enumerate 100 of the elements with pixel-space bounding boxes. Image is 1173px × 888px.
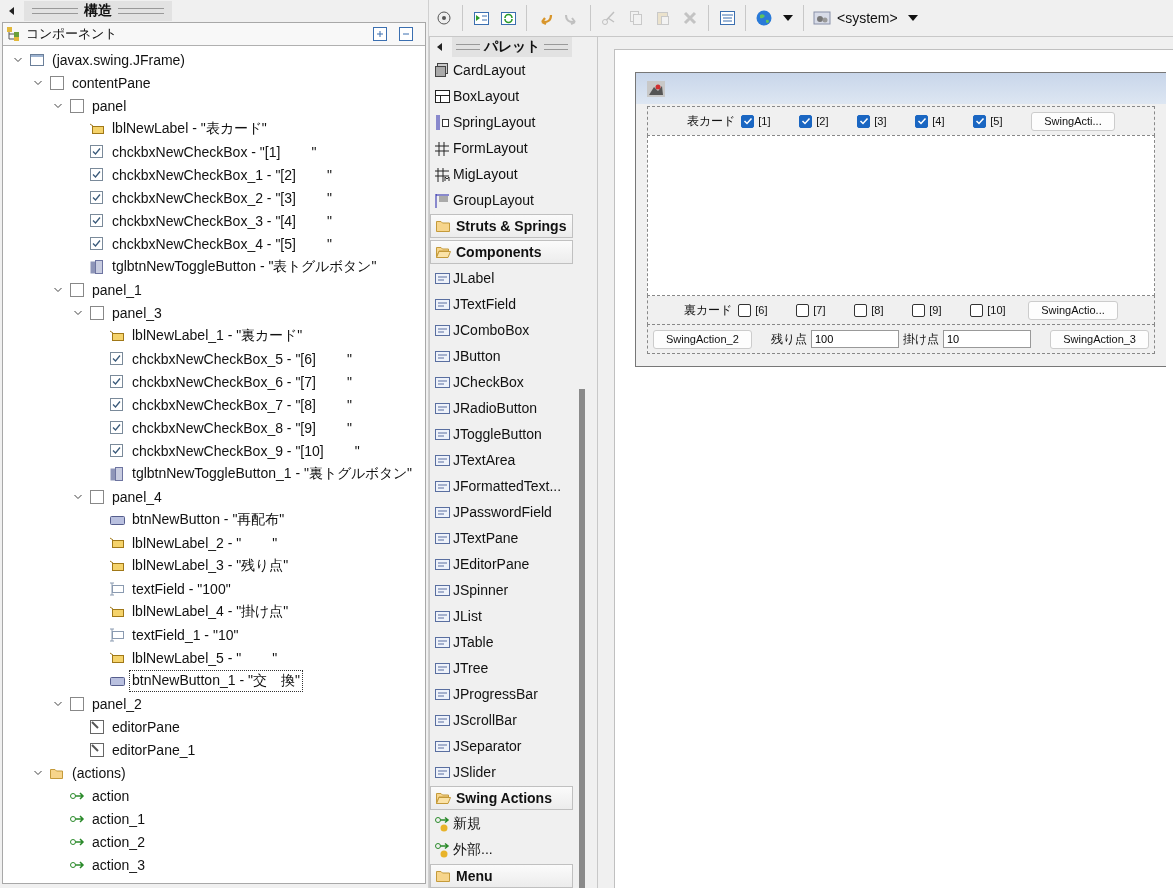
palette-item[interactable]: JTextPane (430, 525, 573, 551)
dropdown-arrow-icon[interactable] (782, 14, 794, 22)
tree-item[interactable]: panel (89, 95, 130, 116)
palette-item[interactable]: JSlider (430, 759, 573, 785)
tree-item[interactable]: lblNewLabel_2 - " " (129, 532, 281, 553)
tree-item[interactable]: (javax.swing.JFrame) (49, 49, 189, 70)
tree-item[interactable]: btnNewButton - "再配布" (129, 508, 288, 531)
tree-item[interactable]: chckbxNewCheckBox_7 - "[8] " (129, 394, 356, 415)
checkbox[interactable]: [5] (973, 114, 1032, 128)
palette-item[interactable]: JFormattedText... (430, 473, 573, 499)
palette-item[interactable]: JButton (430, 343, 573, 369)
button[interactable]: SwingAction_2 (653, 329, 752, 349)
palette-item[interactable]: JPasswordField (430, 499, 573, 525)
palette-item[interactable]: 外部... (430, 837, 573, 863)
tree-item[interactable]: chckbxNewCheckBox_2 - "[3] " (109, 187, 336, 208)
tree-item[interactable]: lblNewLabel_3 - "残り点" (129, 554, 292, 577)
palette-item[interactable]: BoxLayout (430, 83, 573, 109)
tree-item[interactable]: chckbxNewCheckBox_8 - "[9] " (129, 417, 356, 438)
tree-item[interactable]: panel_4 (109, 486, 165, 507)
collapse-arrow-icon[interactable] (436, 42, 444, 52)
palette-category[interactable]: Menu (430, 864, 573, 888)
globe-icon[interactable] (755, 9, 773, 27)
palette-item[interactable]: 新規 (430, 811, 573, 837)
tree-item[interactable]: panel_2 (89, 693, 145, 714)
palette-item[interactable]: JList (430, 603, 573, 629)
palette-item[interactable]: JTextField (430, 291, 573, 317)
palette-item[interactable]: GroupLayout (430, 187, 573, 213)
palette-item[interactable]: SpringLayout (430, 109, 573, 135)
palette-item[interactable]: JComboBox (430, 317, 573, 343)
tree-item[interactable]: action_1 (89, 808, 148, 829)
tree-item[interactable]: lblNewLabel - "表カード" (109, 117, 270, 140)
palette-item[interactable]: JLabel (430, 265, 573, 291)
tree-item[interactable]: chckbxNewCheckBox_5 - "[6] " (129, 348, 356, 369)
button[interactable]: SwingActi... (1031, 111, 1115, 131)
palette-item[interactable]: JToggleButton (430, 421, 573, 447)
palette-item[interactable]: JEditorPane (430, 551, 573, 577)
tree-item[interactable]: action (89, 785, 133, 806)
tree-item[interactable]: editorPane_1 (109, 739, 199, 760)
tree-item[interactable]: tglbtnNewToggleButton - "表トグルボタン" (109, 255, 380, 278)
view-tab[interactable]: パレット (452, 37, 572, 57)
palette-item[interactable]: JSeparator (430, 733, 573, 759)
layout-icon (434, 165, 451, 183)
tree-item[interactable]: panel_3 (109, 302, 165, 323)
text-field[interactable]: 100 (811, 330, 899, 348)
tree-item[interactable]: textField - "100" (129, 578, 234, 599)
expand-all-icon[interactable] (373, 27, 387, 41)
dropdown-arrow-icon[interactable] (906, 14, 919, 22)
checkmark-icon (742, 116, 753, 126)
palette-category[interactable]: Swing Actions (430, 786, 573, 810)
tree-item[interactable]: lblNewLabel_4 - "掛け点" (129, 600, 292, 623)
palette-item[interactable]: FormLayout (430, 135, 573, 161)
palette-item[interactable]: JScrollBar (430, 707, 573, 733)
checkbox[interactable]: [2] (799, 114, 858, 128)
button[interactable]: SwingAction_3 (1050, 329, 1149, 349)
properties-icon[interactable] (718, 9, 736, 27)
checkbox[interactable]: [7] (796, 303, 855, 317)
refresh-form-icon[interactable] (499, 9, 517, 27)
checkbox[interactable]: [1] (741, 114, 800, 128)
tree-item[interactable]: lblNewLabel_1 - "裏カード" (129, 324, 306, 347)
checkbox[interactable]: [6] (738, 303, 797, 317)
palette-item[interactable]: MigLayout (430, 161, 573, 187)
tree-item[interactable]: chckbxNewCheckBox_4 - "[5] " (109, 233, 336, 254)
tree-item[interactable]: tglbtnNewToggleButton_1 - "裏トグルボタン" (129, 462, 415, 485)
tree-item[interactable]: btnNewButton_1 - "交 換" (129, 669, 303, 692)
tree-item[interactable]: (actions) (69, 762, 129, 783)
tree-item[interactable]: chckbxNewCheckBox_9 - "[10] " (129, 440, 363, 461)
collapse-all-icon[interactable] (399, 27, 413, 41)
palette-item[interactable]: CardLayout (430, 57, 573, 83)
tree-item[interactable]: editorPane (109, 716, 183, 737)
tree-item[interactable]: chckbxNewCheckBox_3 - "[4] " (109, 210, 336, 231)
checkbox[interactable]: [8] (854, 303, 913, 317)
scrollbar-thumb[interactable] (579, 389, 585, 888)
checkbox[interactable]: [10] (970, 303, 1029, 317)
tree-item[interactable]: action_3 (89, 854, 148, 875)
tree-item[interactable]: action_2 (89, 831, 148, 852)
palette-item[interactable]: JRadioButton (430, 395, 573, 421)
palette-item[interactable]: JCheckBox (430, 369, 573, 395)
collapse-arrow-icon[interactable] (8, 6, 16, 16)
checkbox[interactable]: [3] (857, 114, 916, 128)
look-and-feel-selector[interactable]: <system> (813, 10, 898, 26)
tree-item[interactable]: chckbxNewCheckBox_1 - "[2] " (109, 164, 336, 185)
checkbox[interactable]: [9] (912, 303, 971, 317)
tree-item[interactable]: lblNewLabel_5 - " " (129, 647, 281, 668)
checkbox[interactable]: [4] (915, 114, 974, 128)
button[interactable]: SwingActio... (1028, 300, 1118, 320)
palette-item[interactable]: JTextArea (430, 447, 573, 473)
tree-item[interactable]: textField_1 - "10" (129, 624, 242, 645)
text-field[interactable]: 10 (943, 330, 1031, 348)
palette-item[interactable]: JTable (430, 629, 573, 655)
tree-item[interactable]: panel_1 (89, 279, 145, 300)
palette-category[interactable]: Struts & Springs (430, 214, 573, 238)
view-tab[interactable]: 構造 (24, 1, 172, 21)
palette-item[interactable]: JTree (430, 655, 573, 681)
palette-item[interactable]: JProgressBar (430, 681, 573, 707)
run-form-icon[interactable] (472, 9, 490, 27)
palette-category[interactable]: Components (430, 240, 573, 264)
tree-item[interactable]: chckbxNewCheckBox_6 - "[7] " (129, 371, 356, 392)
tree-item[interactable]: contentPane (69, 72, 154, 93)
palette-item[interactable]: JSpinner (430, 577, 573, 603)
tree-item[interactable]: chckbxNewCheckBox - "[1] " (109, 141, 320, 162)
